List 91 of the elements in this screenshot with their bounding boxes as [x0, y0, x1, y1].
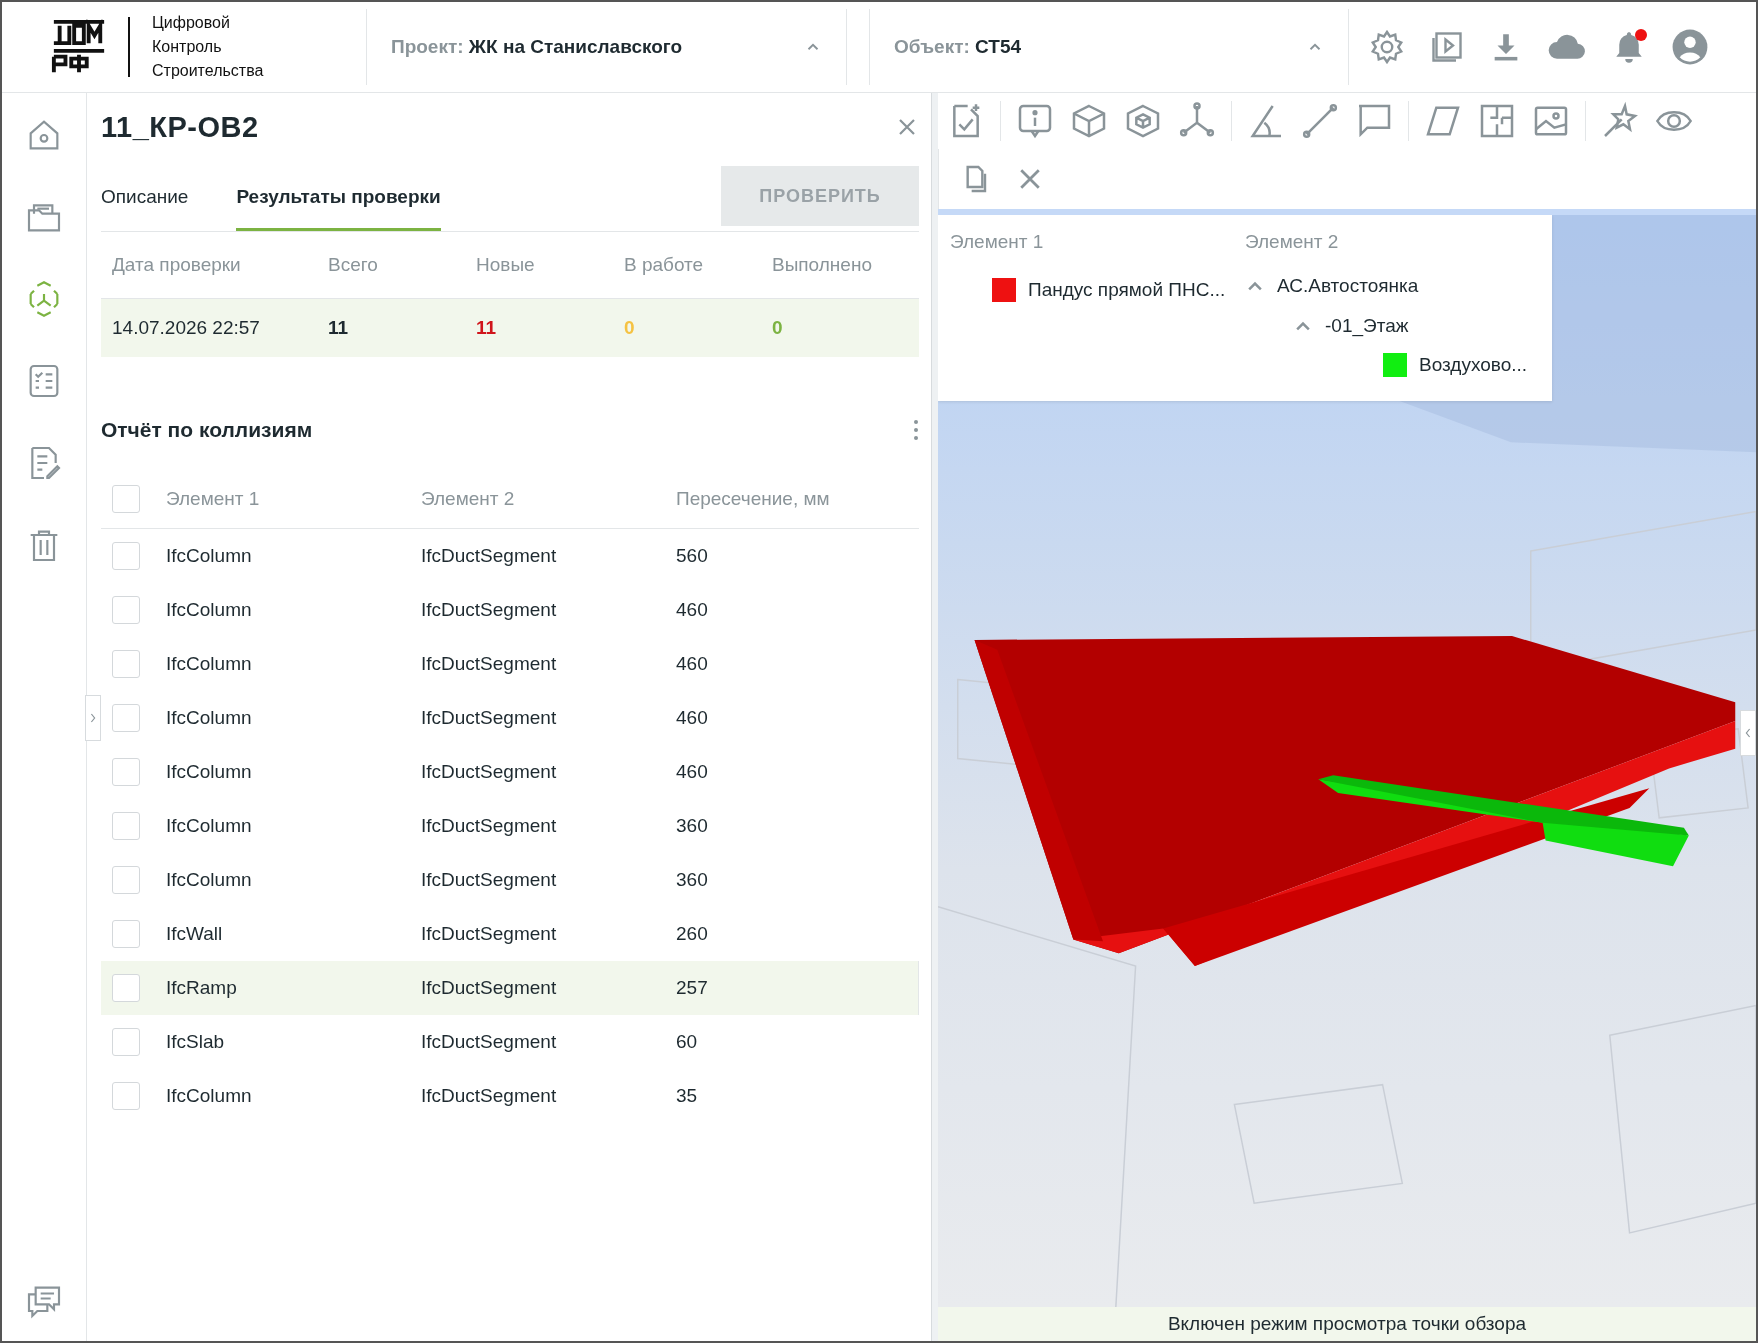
tree-item[interactable]: -01_Этаж [1325, 314, 1409, 337]
row-checkbox[interactable] [112, 704, 140, 732]
column-header: Всего [328, 254, 379, 276]
table-cell-text: 11 [328, 317, 350, 339]
collision-row[interactable]: IfcColumn IfcDuctSegment 360 [101, 799, 919, 853]
table-cell-text: IfcColumn [166, 707, 253, 729]
row-checkbox[interactable] [112, 758, 140, 786]
tab[interactable]: Результаты проверки [236, 161, 441, 231]
table-cell-text: 0 [624, 317, 636, 339]
table-cell-text: IfcDuctSegment [421, 977, 558, 999]
row-checkbox[interactable] [112, 974, 140, 1002]
status-bar: Включен режим просмотра точки обзора [938, 1307, 1756, 1341]
table-cell-text: IfcColumn [166, 869, 253, 891]
row-checkbox[interactable] [112, 596, 140, 624]
table-cell-text: 460 [676, 707, 709, 729]
row-checkbox[interactable] [112, 542, 140, 570]
table-cell-text: IfcDuctSegment [421, 761, 558, 783]
row-checkbox[interactable] [112, 812, 140, 840]
table-cell-text: 560 [676, 545, 709, 567]
table-cell-text: IfcRamp [166, 977, 238, 999]
table-cell-text: IfcDuctSegment [421, 1085, 558, 1107]
column-header: Элемент 1 [166, 488, 261, 510]
table-cell-text: IfcColumn [166, 653, 253, 675]
collapse-handle[interactable] [1740, 710, 1756, 756]
table-cell-text: IfcDuctSegment [421, 869, 558, 891]
column-header: В работе [624, 254, 705, 276]
collision-row[interactable]: IfcColumn IfcDuctSegment 460 [101, 745, 919, 799]
table-cell-text: 460 [676, 653, 709, 675]
object-dropdown[interactable]: Объект: СТ54 [869, 9, 1349, 85]
collision-row[interactable]: IfcColumn IfcDuctSegment 460 [101, 583, 919, 637]
table-cell-text: IfcDuctSegment [421, 653, 558, 675]
collision-row[interactable]: IfcColumn IfcDuctSegment 460 [101, 691, 919, 745]
table-cell-text: IfcColumn [166, 599, 253, 621]
table-cell-text: 0 [772, 317, 784, 339]
settings-icon[interactable] [1369, 29, 1405, 65]
column-header: Новые [476, 254, 536, 276]
collision-row[interactable]: IfcColumn IfcDuctSegment 560 [101, 529, 919, 583]
tree-item[interactable]: АС.Автостоянка [1277, 275, 1419, 298]
collision-row[interactable]: IfcSlab IfcDuctSegment 60 [101, 1015, 919, 1069]
table-cell-text: IfcDuctSegment [421, 707, 558, 729]
logo-text: Цифровой Контроль Строительства [152, 13, 264, 81]
row-checkbox[interactable] [112, 866, 140, 894]
table-cell-text: IfcDuctSegment [421, 1031, 558, 1053]
column-header: Выполнено [772, 254, 873, 276]
table-cell-text: 14.07.2026 22:57 [112, 317, 261, 339]
table-cell-text: IfcSlab [166, 1031, 226, 1053]
table-cell-text: 60 [676, 1031, 699, 1053]
table-cell-text: 360 [676, 815, 709, 837]
collision-row[interactable]: IfcColumn IfcDuctSegment 35 [101, 1069, 919, 1123]
column-header: Элемент 2 [421, 488, 516, 510]
legend-item: Пандус прямой ПНС... [1028, 279, 1226, 301]
select-all-checkbox[interactable] [112, 485, 140, 513]
table-cell-text: 460 [676, 599, 709, 621]
collision-row[interactable]: IfcColumn IfcDuctSegment 360 [101, 853, 919, 907]
user-avatar-icon[interactable] [1671, 28, 1709, 66]
table-cell-text: IfcDuctSegment [421, 923, 558, 945]
legend-heading: Элемент 2 [1245, 231, 1340, 254]
expand-handle[interactable] [85, 695, 101, 741]
legend-heading: Элемент 1 [950, 231, 1045, 254]
table-cell-text: IfcDuctSegment [421, 815, 558, 837]
table-cell-text: IfcColumn [166, 815, 253, 837]
column-header: Пересечение, мм [676, 488, 831, 510]
collision-row[interactable]: IfcWall IfcDuctSegment 260 [101, 907, 919, 961]
tab[interactable]: Описание [101, 161, 189, 231]
collision-row[interactable]: IfcRamp IfcDuctSegment 257 [101, 961, 919, 1015]
table-cell-text: 460 [676, 761, 709, 783]
row-checkbox[interactable] [112, 1082, 140, 1110]
ruler-line-icon[interactable] [1300, 101, 1340, 141]
row-checkbox[interactable] [112, 1028, 140, 1056]
table-cell-text: IfcColumn [166, 761, 253, 783]
section-title: Отчёт по коллизиям [101, 418, 313, 442]
table-cell-text: 11 [476, 317, 498, 339]
tree-item[interactable]: Воздухово... [1419, 354, 1528, 377]
table-cell-text: 257 [676, 977, 709, 999]
more-options-icon[interactable] [913, 418, 919, 442]
table-cell-text: IfcDuctSegment [421, 599, 558, 621]
panel-title: 11_КР-ОВ2 [101, 110, 259, 144]
model-viewport[interactable]: Элемент 1 Пандус прямой ПНС... Элемент 2 АС.Автостоянка -01_Этаж Воздухово... [938, 209, 1756, 1307]
table-cell-text: 35 [676, 1085, 699, 1107]
table-cell-text: IfcDuctSegment [421, 545, 558, 567]
table-cell-text: IfcColumn [166, 1085, 253, 1107]
table-cell-text: IfcWall [166, 923, 224, 945]
row-checkbox[interactable] [112, 920, 140, 948]
row-checkbox[interactable] [112, 650, 140, 678]
table-cell-text: IfcColumn [166, 545, 253, 567]
table-cell-text: 360 [676, 869, 709, 891]
collision-row[interactable]: IfcColumn IfcDuctSegment 460 [101, 637, 919, 691]
project-dropdown[interactable]: Проект: ЖК на Станиславского [367, 9, 847, 85]
table-cell-text: 260 [676, 923, 709, 945]
play-icon[interactable] [1429, 29, 1465, 65]
column-header: Дата проверки [112, 254, 242, 276]
